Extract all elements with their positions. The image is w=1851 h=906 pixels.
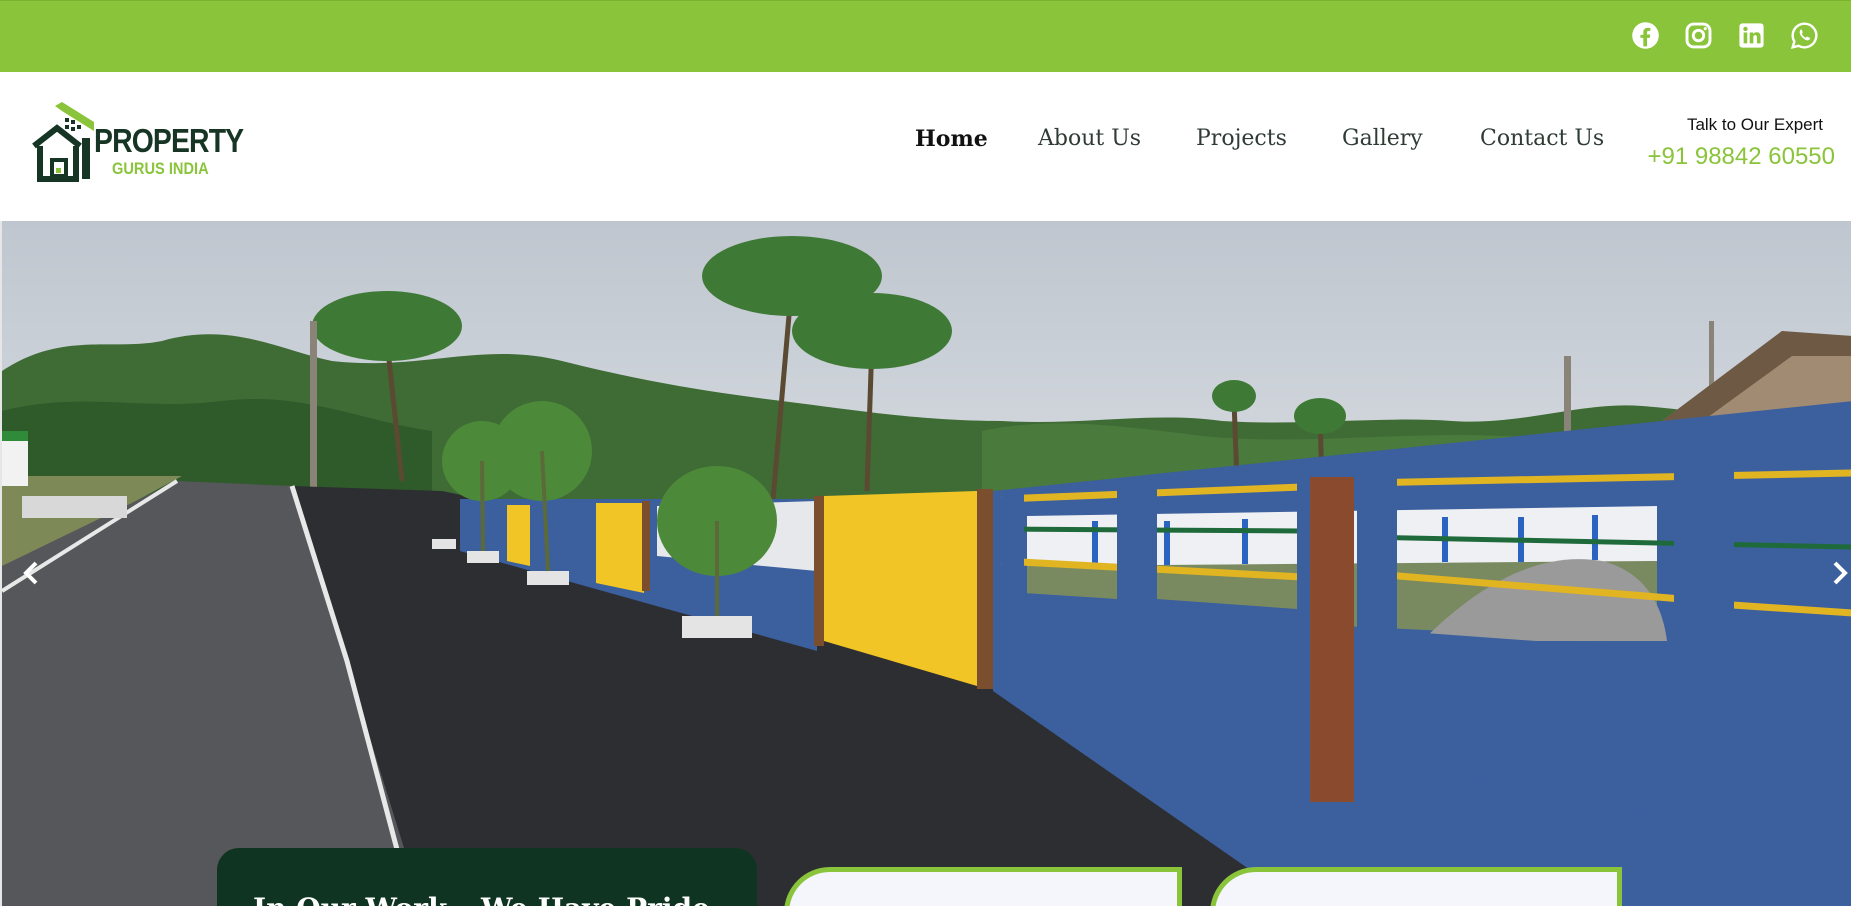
nav-home[interactable]: Home — [915, 126, 988, 152]
brand-logo[interactable]: PROPERTY GURUS INDIA — [32, 102, 244, 184]
expert-phone-link[interactable]: +91 98842 60550 — [1647, 143, 1835, 171]
hero-image — [2, 221, 1851, 906]
instagram-icon[interactable] — [1684, 21, 1713, 50]
chevron-left-icon — [23, 561, 38, 585]
nav-contact-us[interactable]: Contact Us — [1480, 126, 1604, 151]
facebook-icon[interactable] — [1631, 21, 1660, 50]
slider-next-button[interactable] — [1823, 551, 1851, 595]
nav-gallery[interactable]: Gallery — [1342, 126, 1423, 151]
hero-caption-card: In Our Work – We Have Pride — [217, 848, 757, 906]
social-links — [1631, 21, 1819, 50]
hero-slider: In Our Work – We Have Pride — [0, 221, 1851, 906]
top-bar — [0, 0, 1851, 72]
nav-about-us[interactable]: About Us — [1038, 126, 1141, 151]
brand-name: PROPERTY — [94, 122, 244, 159]
feature-card — [1210, 867, 1622, 906]
brand-tagline: GURUS INDIA — [112, 159, 209, 178]
feature-card — [784, 867, 1182, 906]
house-logo-icon — [32, 102, 94, 182]
expert-contact: Talk to Our Expert +91 98842 60550 — [1647, 115, 1835, 171]
chevron-right-icon — [1833, 561, 1848, 585]
slider-prev-button[interactable] — [14, 551, 50, 595]
nav-projects[interactable]: Projects — [1196, 126, 1287, 151]
hero-caption: In Our Work – We Have Pride — [253, 892, 710, 906]
expert-label: Talk to Our Expert — [1686, 115, 1823, 134]
whatsapp-icon[interactable] — [1790, 21, 1819, 50]
linkedin-icon[interactable] — [1737, 21, 1766, 50]
site-header: PROPERTY GURUS INDIA Home About Us Proje… — [0, 72, 1851, 221]
